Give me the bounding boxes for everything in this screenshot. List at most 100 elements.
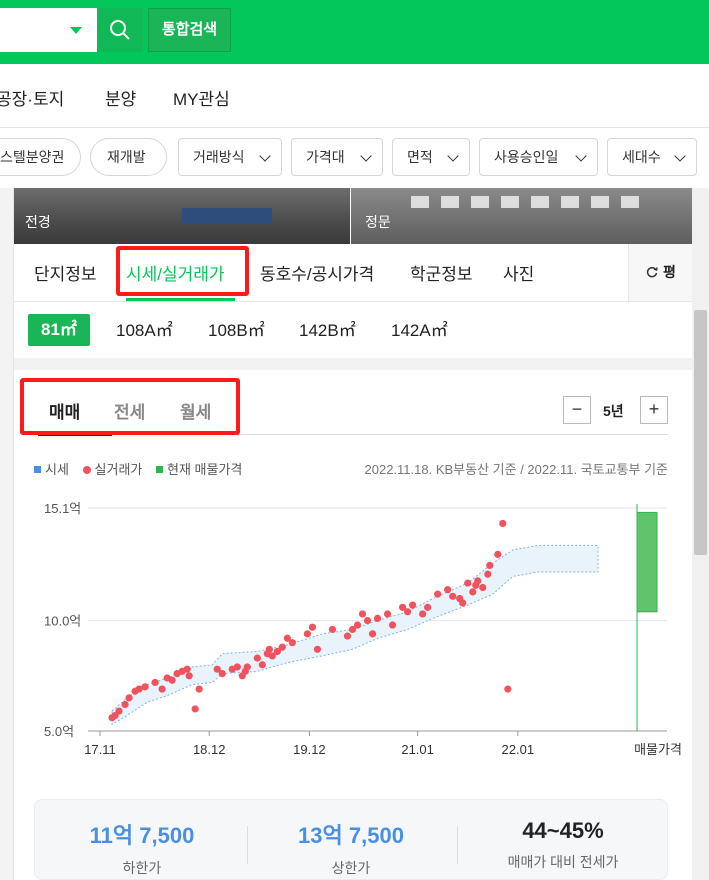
data-source-note: 2022.11.18. KB부동산 기준 / 2022.11. 국토교통부 기준 xyxy=(364,462,669,477)
search-button[interactable] xyxy=(97,8,143,52)
actual-price-point xyxy=(353,621,362,629)
period-increase-button[interactable]: + xyxy=(640,396,668,424)
filter-bar: 스텔분양권 재개발 거래방식 가격대 면적 사용승인일 세대수 xyxy=(0,128,709,188)
actual-price-point xyxy=(185,672,193,680)
stat-ratio-label: 매매가 대비 전세가 xyxy=(507,854,619,870)
actual-price-point xyxy=(484,570,492,578)
total-search-button[interactable]: 통합검색 xyxy=(148,8,231,52)
period-label: 5년 xyxy=(603,403,624,419)
filter-label: 세대수 xyxy=(622,149,661,165)
actual-price-point xyxy=(444,586,452,594)
photo-label-gate: 정문 xyxy=(365,214,391,230)
filter-trade-type[interactable]: 거래방식 xyxy=(178,138,282,176)
actual-price-point xyxy=(449,592,457,600)
actual-price-point xyxy=(313,645,322,653)
x-tick-label: 19.12 xyxy=(293,742,326,757)
caret-down-icon[interactable] xyxy=(70,27,82,34)
x-tick-label-listing: 매물가격 xyxy=(634,742,682,757)
actual-price-point xyxy=(115,707,123,715)
actual-price-point xyxy=(494,550,502,558)
stat-low: 11억 7,500 하한가 xyxy=(42,818,242,878)
tab-unit-official-price[interactable]: 동호수/공시가격 xyxy=(260,260,374,285)
actual-price-point xyxy=(141,683,149,691)
photo-overview[interactable]: 전경 xyxy=(14,188,350,244)
area-108a[interactable]: 108A㎡ xyxy=(116,316,173,341)
photo-gate[interactable]: 정문 xyxy=(351,188,692,244)
actual-price-point xyxy=(278,643,286,651)
area-selector: 81㎡ 108A㎡ 108B㎡ 142B㎡ 142A㎡ xyxy=(14,302,692,358)
legend-listing-swatch xyxy=(156,466,164,473)
actual-price-point xyxy=(288,639,296,647)
filter-label: 재개발 xyxy=(107,149,146,165)
chevron-down-icon xyxy=(575,150,587,162)
filter-label: 스텔분양권 xyxy=(0,149,65,165)
nav-factory-land[interactable]: 공장·토지 xyxy=(0,85,64,110)
tab-school-info[interactable]: 학군정보 xyxy=(410,260,473,285)
area-81[interactable]: 81㎡ xyxy=(28,314,90,346)
building-sign xyxy=(182,208,272,224)
section-gap xyxy=(14,358,692,370)
legend-listing: 현재 매물가격 xyxy=(156,462,242,477)
actual-price-point xyxy=(388,621,397,629)
price-summary: 11억 7,500 하한가 13억 7,500 상한가 44~45% 매매가 대… xyxy=(34,799,668,880)
actual-price-point xyxy=(303,630,312,638)
stat-divider xyxy=(247,826,248,864)
complex-photos: 전경 정문 xyxy=(14,188,692,244)
actual-price-point xyxy=(373,614,382,622)
stat-low-value: 11억 7,500 xyxy=(89,823,195,848)
filter-approval-date[interactable]: 사용승인일 xyxy=(479,138,598,176)
actual-price-point xyxy=(459,599,467,607)
x-tick-label: 17.11 xyxy=(84,742,116,757)
area-142b[interactable]: 142B㎡ xyxy=(299,316,356,341)
highlight-box-tab xyxy=(116,246,249,296)
legend-market-swatch xyxy=(34,466,41,473)
chevron-down-icon xyxy=(360,150,372,162)
stat-high-value: 13억 7,500 xyxy=(298,823,404,848)
tab-photos[interactable]: 사진 xyxy=(503,260,534,285)
filter-redevelopment[interactable]: 재개발 xyxy=(90,138,167,176)
nav-my-interest[interactable]: MY관심 xyxy=(173,85,230,110)
actual-price-point xyxy=(464,579,472,587)
filter-price[interactable]: 가격대 xyxy=(291,138,383,176)
actual-price-point xyxy=(486,561,494,570)
filter-area[interactable]: 면적 xyxy=(392,138,470,176)
actual-price-point xyxy=(265,645,273,653)
main-nav: 공장·토지 분양 MY관심 xyxy=(0,64,709,128)
actual-price-point xyxy=(479,583,487,592)
actual-price-point xyxy=(253,654,261,662)
tab-complex-info[interactable]: 단지정보 xyxy=(34,260,97,285)
period-decrease-button[interactable]: − xyxy=(563,396,591,424)
area-108b[interactable]: 108B㎡ xyxy=(208,316,265,341)
actual-price-point xyxy=(504,685,512,693)
actual-price-point xyxy=(358,610,367,618)
actual-price-point xyxy=(499,519,507,528)
x-tick-label: 22.01 xyxy=(502,742,535,757)
filter-officetel-presale[interactable]: 스텔분양권 xyxy=(0,138,81,176)
filter-label: 사용승인일 xyxy=(494,149,559,165)
price-chart[interactable]: 5.0억 10.0억 15.1억 17.11 18.12 19.12 21.01 22.01 매… xyxy=(0,490,692,760)
search-input[interactable] xyxy=(0,8,97,52)
actual-price-point xyxy=(218,669,226,678)
listing-price-bar xyxy=(636,511,658,613)
nav-presale[interactable]: 분양 xyxy=(105,85,136,110)
actual-price-point xyxy=(183,665,191,673)
legend-listing-label: 현재 매물가격 xyxy=(167,462,243,477)
scrollbar-thumb[interactable] xyxy=(694,310,707,555)
chevron-down-icon xyxy=(674,150,686,162)
chevron-down-icon xyxy=(447,150,459,162)
area-142a[interactable]: 142A㎡ xyxy=(391,316,448,341)
unit-toggle-button[interactable]: 평 xyxy=(628,244,692,301)
filter-households[interactable]: 세대수 xyxy=(607,138,697,176)
market-price-band xyxy=(111,545,599,726)
actual-price-point xyxy=(383,610,392,618)
actual-price-point xyxy=(168,676,176,684)
search-icon xyxy=(110,20,130,40)
actual-price-point xyxy=(368,630,377,638)
actual-price-point xyxy=(404,608,412,616)
actual-price-point xyxy=(469,588,477,596)
actual-price-point xyxy=(151,678,159,687)
actual-price-point xyxy=(191,705,199,713)
actual-price-point xyxy=(424,603,432,611)
actual-price-point xyxy=(125,694,133,702)
stat-low-label: 하한가 xyxy=(122,860,162,876)
